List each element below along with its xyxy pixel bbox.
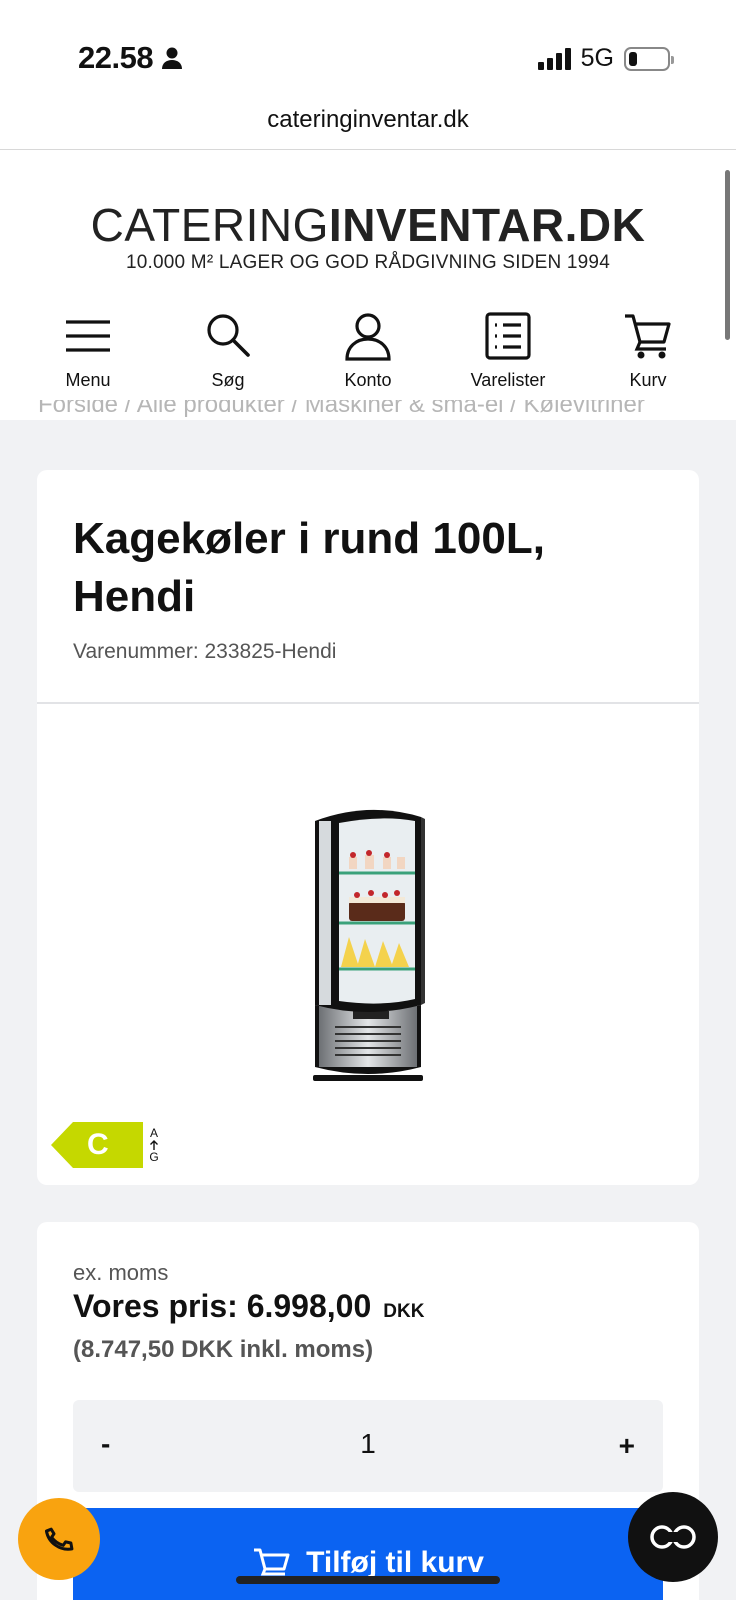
list-icon <box>485 312 531 360</box>
product-sku: Varenummer: 233825-Hendi <box>73 640 337 663</box>
url-text: cateringinventar.dk <box>267 106 469 133</box>
person-icon <box>162 47 183 69</box>
menu-icon <box>66 320 110 352</box>
increase-button[interactable]: + <box>619 1430 635 1462</box>
network-label: 5G <box>580 44 614 72</box>
user-icon <box>345 313 391 361</box>
main-nav: Menu Søg Konto Varelister Kurv <box>28 310 708 391</box>
chat-icon <box>650 1525 696 1549</box>
battery-icon <box>624 46 674 71</box>
nav-label: Menu <box>65 370 111 390</box>
product-card: Kagekøler i rund 100L, Hendi Varenummer:… <box>37 470 699 1185</box>
add-to-cart-button[interactable]: Tilføj til kurv <box>73 1508 663 1600</box>
nav-menu[interactable]: Menu <box>28 310 148 391</box>
logo-bold: INVENTAR.DK <box>328 199 646 251</box>
breadcrumb[interactable]: Forside / Alle produkter / Maskiner & sm… <box>38 400 736 422</box>
energy-bottom: G <box>149 1150 159 1164</box>
price-main: Vores pris: 6.998,00 DKK <box>73 1288 424 1325</box>
price-incl-moms: (8.747,50 DKK inkl. moms) <box>73 1336 374 1363</box>
site-header: CATERINGINVENTAR.DK 10.000 M² LAGER OG G… <box>0 150 736 420</box>
price-currency: DKK <box>383 1301 425 1322</box>
price-value: Vores pris: 6.998,00 <box>73 1288 372 1324</box>
site-tagline: 10.000 M² LAGER OG GOD RÅDGIVNING SIDEN … <box>126 252 610 273</box>
product-image[interactable] <box>305 805 431 1081</box>
add-to-cart-label: Tilføj til kurv <box>306 1546 484 1579</box>
phone-icon <box>44 1527 74 1551</box>
quantity-input[interactable]: 1 <box>73 1428 663 1460</box>
status-time: 22.58 <box>78 40 183 76</box>
nav-label: Søg <box>211 370 245 390</box>
energy-top: A <box>149 1126 158 1140</box>
energy-scale: A G <box>149 1127 159 1163</box>
nav-lists[interactable]: Varelister <box>448 310 568 391</box>
nav-label: Konto <box>344 370 392 390</box>
site-logo[interactable]: CATERINGINVENTAR.DK <box>0 198 736 252</box>
signal-icon <box>537 47 571 70</box>
nav-label: Kurv <box>629 370 667 390</box>
energy-class-tag: C <box>51 1122 143 1168</box>
energy-label[interactable]: C A G <box>51 1122 159 1168</box>
chat-button[interactable] <box>628 1492 718 1582</box>
product-title: Kagekøler i rund 100L, Hendi <box>73 514 545 621</box>
call-button[interactable] <box>18 1498 100 1580</box>
logo-light: CATERING <box>90 199 329 251</box>
search-icon <box>207 314 250 357</box>
status-indicators: 5G <box>537 44 674 73</box>
scrollbar <box>725 170 730 340</box>
nav-account[interactable]: Konto <box>308 310 428 391</box>
time-text: 22.58 <box>78 40 154 75</box>
price-card: ex. moms Vores pris: 6.998,00 DKK (8.747… <box>37 1222 699 1600</box>
divider <box>37 702 699 704</box>
nav-search[interactable]: Søg <box>168 310 288 391</box>
energy-class: C <box>87 1128 109 1161</box>
nav-cart[interactable]: Kurv <box>588 310 708 391</box>
status-bar: 22.58 5G <box>0 0 736 100</box>
quantity-stepper: - 1 + <box>73 1400 663 1492</box>
cart-icon <box>625 314 671 359</box>
url-bar[interactable]: cateringinventar.dk <box>0 100 736 150</box>
ex-moms-label: ex. moms <box>73 1260 169 1285</box>
nav-label: Varelister <box>470 370 546 390</box>
home-indicator <box>236 1576 500 1584</box>
